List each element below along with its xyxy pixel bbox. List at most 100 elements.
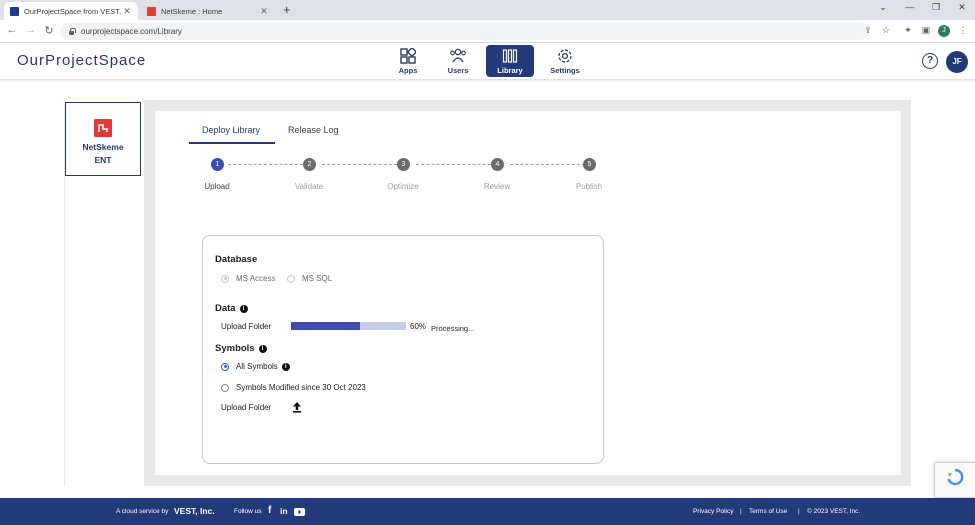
stepper-connector bbox=[510, 164, 585, 165]
lock-icon bbox=[68, 28, 76, 35]
radio-button[interactable] bbox=[221, 274, 229, 283]
netskeme-logo-icon bbox=[94, 119, 112, 137]
tab-deploy-library[interactable]: Deploy Library bbox=[189, 120, 275, 144]
gear-icon bbox=[558, 48, 572, 63]
progress-percent: 60% bbox=[410, 322, 427, 331]
nav-label: Settings bbox=[550, 65, 580, 75]
step-3-indicator: 3 bbox=[397, 158, 410, 171]
symbols-title-text: Symbols bbox=[215, 343, 255, 354]
processing-status: Processing... bbox=[431, 324, 475, 333]
info-icon[interactable]: i bbox=[258, 345, 267, 353]
site-footer: A cloud service by VEST, Inc. Follow us … bbox=[0, 498, 975, 525]
extensions-puzzle-icon[interactable]: ✦ bbox=[902, 25, 914, 36]
user-avatar[interactable]: JF bbox=[946, 51, 968, 73]
terms-of-use-link[interactable]: Terms of Use bbox=[749, 508, 787, 515]
app-logo[interactable]: OurProjectSpace bbox=[17, 52, 146, 69]
tab-search-chevron-icon[interactable]: ⌄ bbox=[876, 2, 890, 13]
close-window-icon[interactable]: ✕ bbox=[955, 2, 969, 13]
browser-tab-bar: OurProjectSpace from VEST, Inc. ✕ NetSke… bbox=[0, 0, 975, 20]
radio-all-symbols[interactable]: All Symbols i bbox=[221, 362, 290, 371]
close-tab-icon[interactable]: ✕ bbox=[122, 6, 132, 17]
info-icon[interactable]: i bbox=[281, 362, 290, 371]
nav-settings[interactable]: Settings bbox=[541, 45, 589, 77]
nav-label: Library bbox=[497, 65, 523, 75]
minimize-icon[interactable]: — bbox=[903, 2, 917, 12]
radio-symbols-modified[interactable]: Symbols Modified since 30 Oct 2023 bbox=[221, 383, 366, 392]
footer-company[interactable]: VEST, Inc. bbox=[174, 506, 215, 516]
database-name: NetSkeme bbox=[82, 142, 124, 152]
symbols-upload-folder-label: Upload Folder bbox=[221, 403, 272, 412]
footer-follow-text: Follow us bbox=[234, 508, 262, 515]
users-icon bbox=[450, 48, 466, 62]
radio-label: MS SQL bbox=[302, 274, 333, 283]
data-section-title: Data i bbox=[215, 303, 248, 314]
tab-release-log[interactable]: Release Log bbox=[288, 120, 339, 144]
radio-ms-sql[interactable]: MS SQL bbox=[287, 274, 332, 283]
browser-menu-icon[interactable]: ⋮ bbox=[957, 25, 969, 36]
reload-icon[interactable]: ↻ bbox=[42, 24, 56, 37]
facebook-icon[interactable]: f bbox=[268, 505, 271, 516]
share-icon[interactable]: ⇪ bbox=[862, 25, 874, 36]
database-section-title: Database bbox=[215, 254, 258, 265]
step-2-label: Validate bbox=[294, 182, 324, 191]
upload-icon[interactable] bbox=[292, 402, 302, 413]
step-1-indicator: 1 bbox=[211, 158, 224, 171]
nav-apps[interactable]: Apps bbox=[384, 45, 432, 77]
back-arrow-icon[interactable]: ← bbox=[5, 24, 19, 36]
browser-tab-netskeme[interactable]: NetSkeme : Home ✕ bbox=[141, 2, 275, 20]
nav-label: Apps bbox=[398, 65, 418, 75]
youtube-icon[interactable] bbox=[294, 508, 305, 516]
radio-button[interactable] bbox=[221, 383, 229, 392]
close-tab-icon[interactable]: ✕ bbox=[259, 6, 269, 17]
recaptcha-icon bbox=[947, 468, 964, 486]
upload-progress-fill bbox=[291, 322, 360, 330]
step-2-indicator: 2 bbox=[303, 158, 316, 171]
browser-tab-ourprojectspace[interactable]: OurProjectSpace from VEST, Inc. ✕ bbox=[4, 2, 138, 20]
stepper-connector bbox=[416, 164, 491, 165]
recaptcha-badge[interactable] bbox=[934, 462, 975, 498]
browser-tab-title: OurProjectSpace from VEST, Inc. bbox=[24, 6, 122, 16]
step-1-label: Upload bbox=[204, 182, 230, 191]
symbols-section-title: Symbols i bbox=[215, 343, 267, 354]
step-5-label: Publish bbox=[575, 182, 603, 191]
new-tab-icon[interactable]: + bbox=[283, 2, 291, 18]
radio-label: All Symbols bbox=[236, 362, 278, 371]
restore-icon[interactable]: ❐ bbox=[929, 2, 943, 13]
radio-button[interactable] bbox=[221, 362, 229, 371]
netskeme-favicon-icon bbox=[147, 6, 156, 16]
privacy-policy-link[interactable]: Privacy Policy bbox=[693, 508, 733, 515]
radio-button[interactable] bbox=[287, 274, 295, 283]
ourprojectspace-favicon-icon bbox=[10, 6, 19, 16]
bookmark-star-icon[interactable]: ☆ bbox=[880, 25, 892, 36]
step-4-indicator: 4 bbox=[491, 158, 504, 171]
url-field[interactable]: ourprojectspace.com/Library bbox=[60, 23, 868, 40]
nav-users[interactable]: Users bbox=[434, 45, 482, 77]
library-icon bbox=[502, 48, 518, 63]
help-icon[interactable]: ? bbox=[922, 53, 938, 69]
upload-progress-bar bbox=[291, 322, 406, 330]
radio-label: MS Access bbox=[236, 274, 276, 283]
apps-icon bbox=[400, 47, 416, 64]
database-card-netskeme[interactable]: NetSkeme ENT bbox=[65, 102, 141, 176]
side-panel-icon[interactable]: ▣ bbox=[920, 25, 932, 36]
database-edition: ENT bbox=[94, 155, 112, 165]
radio-label: Symbols Modified since 30 Oct 2023 bbox=[236, 383, 366, 392]
step-4-label: Review bbox=[483, 182, 511, 191]
data-title-text: Data bbox=[215, 303, 236, 314]
browser-tab-title: NetSkeme : Home bbox=[161, 6, 223, 16]
address-bar: ← → ↻ ourprojectspace.com/Library ⇪ ☆ ✦ … bbox=[0, 20, 975, 43]
forward-arrow-icon[interactable]: → bbox=[24, 24, 38, 36]
linkedin-icon[interactable]: in bbox=[280, 506, 288, 516]
browser-profile-avatar[interactable]: J bbox=[938, 25, 950, 37]
footer-cloud-text: A cloud service by bbox=[116, 508, 169, 515]
stepper-connector bbox=[322, 164, 397, 165]
nav-library[interactable]: Library bbox=[486, 45, 534, 77]
step-5-indicator: 5 bbox=[583, 158, 596, 171]
app-header: OurProjectSpace Apps Users Library Setti… bbox=[0, 43, 975, 79]
footer-copyright: © 2023 VEST, Inc. bbox=[807, 508, 861, 515]
radio-ms-access[interactable]: MS Access bbox=[221, 274, 276, 283]
stepper-connector bbox=[228, 164, 303, 165]
info-icon[interactable]: i bbox=[239, 305, 248, 313]
step-3-label: Optimize bbox=[387, 182, 419, 191]
data-upload-folder-label: Upload Folder bbox=[221, 322, 272, 331]
